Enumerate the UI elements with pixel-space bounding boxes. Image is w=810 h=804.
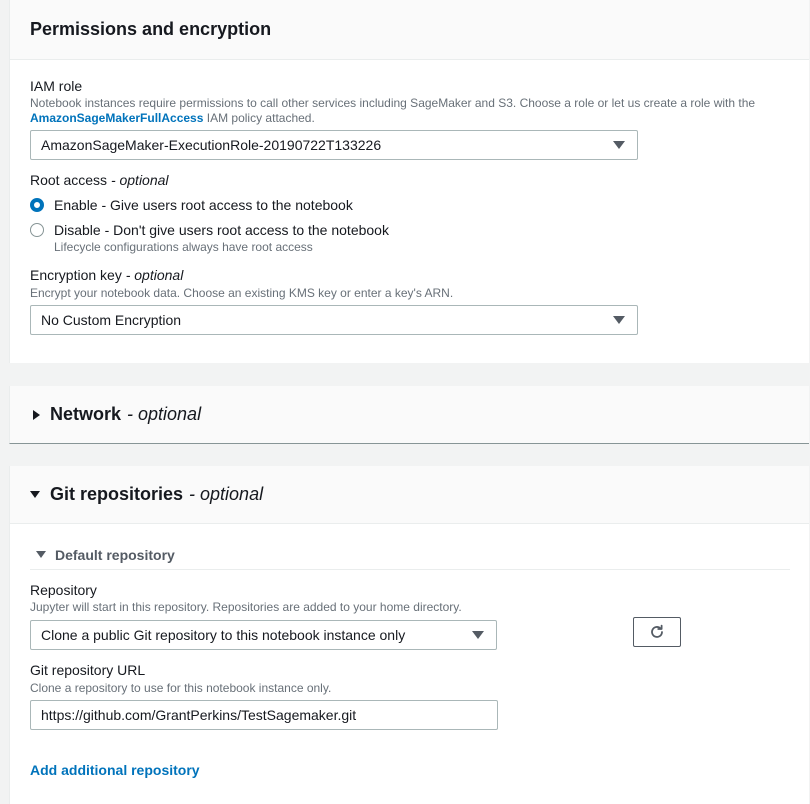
root-access-label-text: Root access — [30, 172, 108, 188]
caret-down-icon — [613, 141, 625, 149]
root-access-label: Root access - optional — [30, 172, 169, 188]
root-access-enable-label[interactable]: Enable - Give users root access to the n… — [54, 197, 353, 213]
encryption-selected-value: No Custom Encryption — [41, 312, 182, 328]
git-repositories-panel: Git repositories - optional Default repo… — [9, 466, 809, 804]
refresh-icon — [651, 624, 663, 638]
expand-right-icon — [33, 410, 40, 420]
encryption-key-optional: - optional — [125, 267, 184, 283]
default-repository-header[interactable]: Default repository — [30, 546, 790, 570]
network-title: Network — [50, 404, 122, 424]
git-url-label: Git repository URL — [30, 662, 146, 678]
root-access-disable-label[interactable]: Disable - Don't give users root access t… — [54, 222, 389, 238]
default-repository-title: Default repository — [55, 547, 175, 563]
caret-down-icon — [472, 631, 484, 639]
radio-selected-icon[interactable] — [30, 198, 44, 212]
git-header[interactable]: Git repositories - optional — [10, 466, 809, 524]
network-optional: - optional — [127, 404, 202, 424]
iam-role-select[interactable]: AmazonSageMaker-ExecutionRole-20190722T1… — [30, 130, 638, 160]
iam-role-selected-value: AmazonSageMaker-ExecutionRole-20190722T1… — [41, 137, 382, 153]
repository-selected-value: Clone a public Git repository to this no… — [41, 627, 406, 643]
encryption-key-select[interactable]: No Custom Encryption — [30, 305, 638, 335]
git-optional: - optional — [189, 484, 264, 504]
refresh-button[interactable] — [633, 617, 681, 647]
permissions-title: Permissions and encryption — [30, 19, 272, 39]
git-title: Git repositories — [50, 484, 184, 504]
repository-description: Jupyter will start in this repository. R… — [30, 600, 462, 614]
git-url-input[interactable] — [30, 700, 498, 730]
sagemaker-full-access-link[interactable]: AmazonSageMakerFullAccess — [30, 111, 203, 125]
encryption-key-description: Encrypt your notebook data. Choose an ex… — [30, 286, 454, 300]
radio-icon[interactable] — [30, 223, 44, 237]
permissions-panel: Permissions and encryption IAM role Note… — [9, 0, 809, 363]
iam-role-desc-prefix: Notebook instances require permissions t… — [30, 96, 756, 110]
git-url-description: Clone a repository to use for this noteb… — [30, 681, 332, 695]
iam-role-label: IAM role — [30, 78, 83, 94]
collapse-down-icon — [30, 491, 40, 498]
repository-select[interactable]: Clone a public Git repository to this no… — [30, 620, 497, 650]
caret-down-icon — [613, 316, 625, 324]
permissions-header: Permissions and encryption — [10, 0, 809, 60]
collapse-down-icon — [36, 551, 46, 558]
add-additional-repository-link[interactable]: Add additional repository — [30, 762, 200, 778]
iam-role-desc-suffix: IAM policy attached. — [206, 111, 315, 125]
encryption-key-label-text: Encryption key — [30, 267, 122, 283]
repository-label: Repository — [30, 582, 97, 598]
network-header[interactable]: Network - optional — [10, 386, 809, 443]
iam-role-description: Notebook instances require permissions t… — [30, 96, 755, 126]
root-access-optional: - optional — [110, 172, 169, 188]
network-panel[interactable]: Network - optional — [9, 386, 809, 444]
encryption-key-label: Encryption key - optional — [30, 267, 183, 283]
root-access-disable-sub: Lifecycle configurations always have roo… — [54, 240, 313, 254]
